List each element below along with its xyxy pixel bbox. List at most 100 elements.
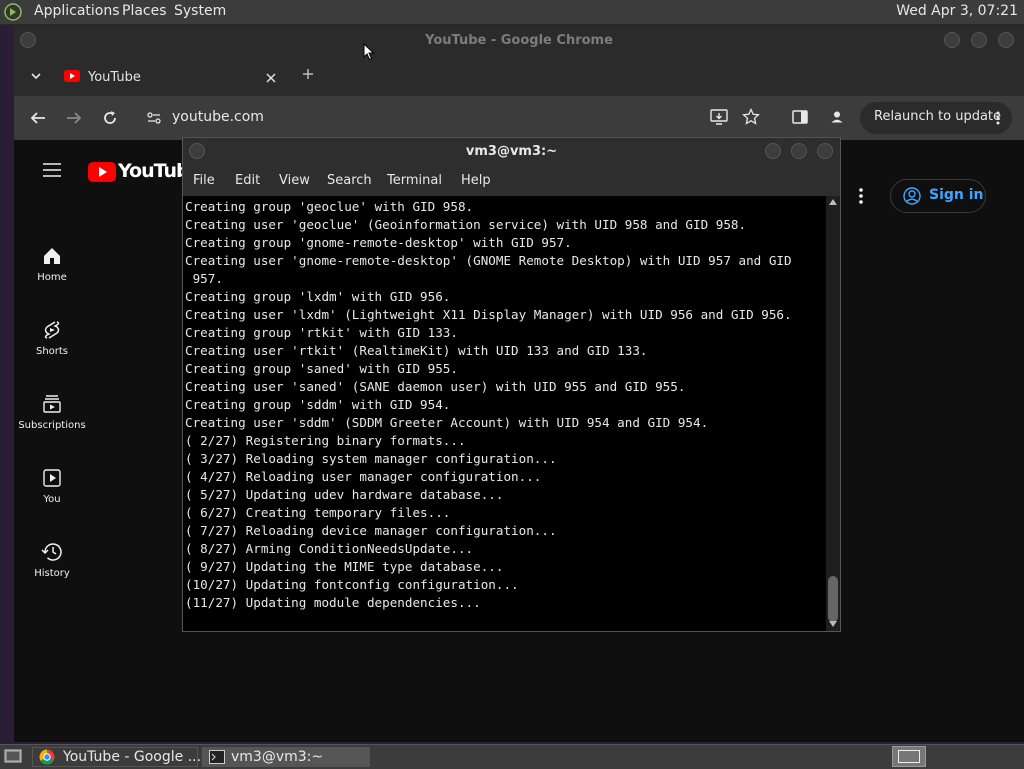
youtube-logo-icon (88, 162, 116, 182)
tab-close-icon[interactable] (266, 73, 276, 83)
terminal-menu-view[interactable]: View (279, 173, 310, 188)
terminal-menu-file[interactable]: File (193, 173, 215, 188)
terminal-menu-search[interactable]: Search (327, 173, 372, 188)
terminal-line: ( 6/27) Creating temporary files... (185, 505, 451, 520)
youtube-settings-menu-icon[interactable] (859, 188, 863, 204)
terminal-line: Creating group 'saned' with GID 955. (185, 361, 458, 376)
omnibox[interactable]: youtube.com (138, 102, 672, 134)
nav-label: History (34, 568, 70, 579)
terminal-menu-help[interactable]: Help (461, 173, 491, 188)
mouse-cursor-icon (363, 43, 375, 61)
chrome-icon (39, 749, 55, 765)
chrome-menu-icon[interactable] (996, 111, 1000, 125)
terminal-minimize-button[interactable] (765, 143, 781, 159)
terminal-line: Creating user 'sddm' (SDDM Greeter Accou… (185, 415, 709, 430)
profile-avatar-icon[interactable] (828, 108, 846, 126)
terminal-scrollbar[interactable] (826, 196, 840, 631)
applications-menu[interactable]: Applications (34, 3, 120, 19)
clock[interactable]: Wed Apr 3, 07:21 (896, 3, 1018, 19)
site-info-icon[interactable] (146, 110, 162, 126)
terminal-line: Creating user 'geoclue' (Geoinformation … (185, 217, 747, 232)
tab-search-chevron-icon[interactable] (30, 70, 42, 82)
terminal-line: (10/27) Updating fontconfig configuratio… (185, 577, 519, 592)
tab-strip: YouTube (14, 56, 1024, 96)
tab-youtube[interactable]: YouTube (54, 60, 290, 96)
maximize-button[interactable] (971, 32, 987, 48)
terminal-menu-edit[interactable]: Edit (235, 173, 260, 188)
terminal-line: ( 3/27) Reloading system manager configu… (185, 451, 557, 466)
terminal-line: Creating group 'rtkit' with GID 133. (185, 325, 458, 340)
nav-history[interactable]: History (14, 542, 90, 579)
taskbar: YouTube - Google ... vm3@vm3:~ (0, 744, 1024, 769)
terminal-maximize-button[interactable] (791, 143, 807, 159)
chrome-toolbar: youtube.com Relaunch to update (14, 96, 1024, 140)
sign-in-label: Sign in (929, 187, 984, 203)
workspace-switcher[interactable] (892, 746, 926, 767)
nav-label: Subscriptions (18, 420, 86, 431)
terminal-line: Creating group 'geoclue' with GID 958. (185, 199, 474, 214)
terminal-scrollbar-thumb[interactable] (828, 576, 838, 622)
new-tab-icon[interactable] (302, 68, 314, 80)
relaunch-label: Relaunch to update (874, 109, 1002, 124)
nav-label: You (43, 494, 61, 505)
install-app-icon[interactable] (710, 108, 728, 126)
terminal-output[interactable]: Creating group 'geoclue' with GID 958. Cr… (183, 196, 826, 631)
reload-icon[interactable] (102, 110, 118, 126)
window-menu-button[interactable] (20, 32, 36, 48)
terminal-line: ( 4/27) Reloading user manager configura… (185, 469, 542, 484)
terminal-window-title: vm3@vm3:~ (465, 144, 558, 159)
relaunch-button[interactable]: Relaunch to update (860, 102, 1012, 134)
nav-you[interactable]: You (14, 468, 90, 505)
side-panel-icon[interactable] (792, 109, 808, 125)
nav-label: Home (37, 272, 67, 283)
terminal-icon (209, 750, 225, 764)
taskbar-chrome[interactable]: YouTube - Google ... (32, 747, 202, 767)
terminal-close-button[interactable] (817, 143, 833, 159)
terminal-menubar: File Edit View Search Terminal Help (183, 166, 840, 196)
hamburger-menu-icon[interactable] (42, 162, 62, 178)
terminal-line: (11/27) Updating module dependencies... (185, 595, 481, 610)
terminal-line: Creating group 'gnome-remote-desktop' wi… (185, 235, 572, 250)
terminal-line: ( 2/27) Registering binary formats... (185, 433, 466, 448)
close-button[interactable] (998, 32, 1014, 48)
bookmark-star-icon[interactable] (742, 108, 760, 126)
taskbar-terminal[interactable]: vm3@vm3:~ (202, 747, 370, 767)
terminal-lines: Creating group 'geoclue' with GID 958. Cr… (185, 198, 792, 612)
terminal-menu-terminal[interactable]: Terminal (387, 173, 442, 188)
minimize-button[interactable] (944, 32, 960, 48)
account-circle-icon (903, 187, 921, 205)
system-menu[interactable]: System (174, 3, 226, 19)
terminal-line: Creating user 'rtkit' (RealtimeKit) with… (185, 343, 648, 358)
sign-in-button[interactable]: Sign in (890, 179, 986, 213)
terminal-line: ( 9/27) Updating the MIME type database.… (185, 559, 504, 574)
top-panel: Applications Places System Wed Apr 3, 07… (0, 0, 1024, 25)
nav-shorts[interactable]: Shorts (14, 320, 90, 357)
taskbar-chrome-label: YouTube - Google ... (63, 749, 202, 765)
os-logo-icon[interactable] (4, 3, 22, 21)
scroll-up-icon[interactable] (829, 199, 837, 205)
scroll-down-icon[interactable] (829, 621, 837, 627)
terminal-line: ( 7/27) Reloading device manager configu… (185, 523, 557, 538)
chrome-titlebar[interactable]: YouTube - Google Chrome (14, 26, 1024, 56)
show-desktop-icon[interactable] (4, 748, 22, 764)
places-menu[interactable]: Places (122, 3, 167, 19)
terminal-window: vm3@vm3:~ File Edit View Search Terminal… (182, 137, 841, 632)
forward-arrow-icon[interactable] (66, 110, 82, 126)
terminal-line: Creating group 'sddm' with GID 954. (185, 397, 451, 412)
subscriptions-icon (43, 395, 61, 413)
terminal-titlebar[interactable]: vm3@vm3:~ (183, 138, 840, 166)
terminal-line: Creating user 'lxdm' (Lightweight X11 Di… (185, 307, 792, 322)
youtube-favicon-icon (64, 70, 80, 82)
terminal-line: 957. (185, 271, 223, 286)
chrome-window-title: YouTube - Google Chrome (425, 33, 613, 48)
history-icon (41, 543, 62, 561)
terminal-window-menu-button[interactable] (189, 143, 205, 159)
terminal-line: Creating group 'lxdm' with GID 956. (185, 289, 451, 304)
url-text: youtube.com (172, 109, 264, 125)
back-arrow-icon[interactable] (30, 110, 46, 126)
nav-home[interactable]: Home (14, 246, 90, 283)
nav-subscriptions[interactable]: Subscriptions (14, 394, 90, 431)
terminal-line: Creating user 'gnome-remote-desktop' (GN… (185, 253, 792, 268)
youtube-logo[interactable]: YouTube (88, 160, 201, 182)
workspace-1[interactable] (898, 750, 920, 763)
